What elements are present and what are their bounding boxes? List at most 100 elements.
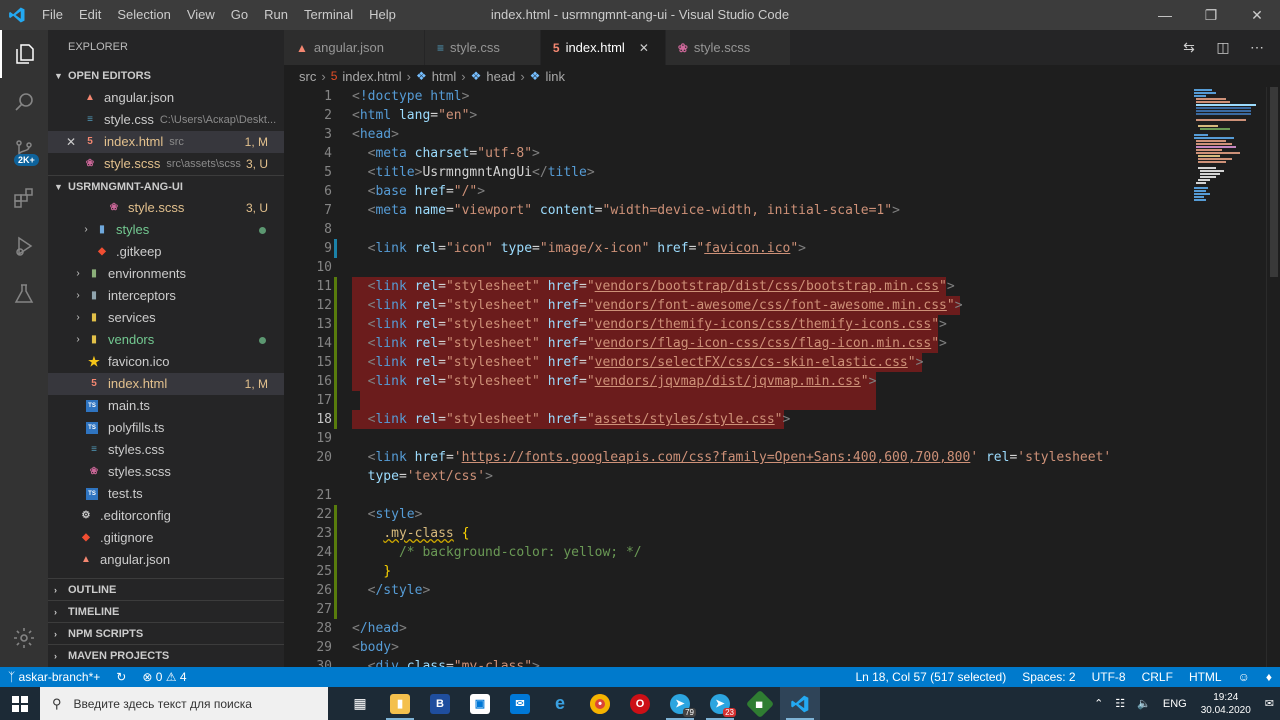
encoding[interactable]: UTF-8 [1084,667,1134,687]
breadcrumb-src[interactable]: src [299,69,316,84]
mail-icon[interactable]: ✉ [500,687,540,720]
tree-item-angular-json[interactable]: ▲ angular.json [48,549,284,571]
tree-item-index-html[interactable]: 5 index.html 1, M [48,373,284,395]
open-editor-style-css[interactable]: ≡ style.css C:\Users\Аскар\Deskt... [48,109,284,131]
maven-projects-section[interactable]: › MAVEN PROJECTS [48,644,284,666]
edge-icon[interactable]: e [540,687,580,720]
menu-terminal[interactable]: Terminal [296,0,361,30]
code-link[interactable]: favicon.ico [704,241,790,256]
menu-view[interactable]: View [179,0,223,30]
tab-angular-json[interactable]: ▲ angular.json [284,30,426,65]
menu-go[interactable]: Go [223,0,256,30]
tree-item-main-ts[interactable]: TS main.ts [48,395,284,417]
tab-style-css[interactable]: ≡ style.css [425,30,541,65]
open-editor-angular-json[interactable]: ▲ angular.json [48,87,284,109]
extensions-icon[interactable] [0,174,48,222]
telegram-icon[interactable]: ➤ 79 [660,687,700,720]
code-link[interactable]: https://fonts.googleapis.com/css?family=… [462,450,971,465]
tree-item-gitignore[interactable]: ◆ .gitignore [48,527,284,549]
vertical-scrollbar[interactable] [1266,87,1280,667]
clock[interactable]: 19:24 30.04.2020 [1193,691,1259,717]
windows-start-icon[interactable] [0,687,40,720]
tab-style-scss[interactable]: ❀ style.scss [665,30,792,65]
open-editors-header[interactable]: ▼ OPEN EDITORS [48,65,284,87]
menu-run[interactable]: Run [256,0,296,30]
close-window-button[interactable]: ✕ [1234,0,1280,30]
vscode-taskbar-icon[interactable] [780,687,820,720]
code-editor[interactable]: 1 2 3 4 5 6 7 8 9 10 11 12 13 14 15 16 17 18 19 20 21 22 23 24 2… [284,87,1280,667]
minimap[interactable] [1186,87,1266,667]
code-link[interactable]: vendors/font-awesome/css/font-awesome.mi… [595,298,947,313]
tree-item-editorconfig[interactable]: ⚙ .editorconfig [48,505,284,527]
breadcrumb-html[interactable]: html [432,69,457,84]
tree-item-gitkeep[interactable]: ◆ .gitkeep [48,241,284,263]
messenger-icon[interactable]: ➤ 23 [700,687,740,720]
code-link[interactable]: vendors/bootstrap/dist/css/bootstrap.min… [595,279,939,294]
problems-indicator[interactable]: ⊗ 0 ⚠ 4 [134,667,194,687]
chevron-up-icon[interactable]: ⌃ [1088,697,1109,710]
explorer-icon[interactable] [0,30,48,78]
notification-center-icon[interactable]: ✉ [1259,697,1280,710]
more-actions-icon[interactable]: ⋯ [1244,39,1270,56]
keyboard-language[interactable]: ENG [1157,698,1193,710]
tab-index-html[interactable]: 5 index.html ✕ [540,30,666,65]
tree-item-interceptors[interactable]: › ▮ interceptors [48,285,284,307]
open-editor-index-html[interactable]: ✕ 5 index.html src 1, M [48,131,284,153]
close-icon[interactable]: ✕ [66,131,82,153]
opera-icon[interactable]: O [620,687,660,720]
network-icon[interactable]: ☷ [1109,697,1131,710]
run-debug-icon[interactable] [0,222,48,270]
tree-item-environments[interactable]: › ▮ environments [48,263,284,285]
notifications-bell-icon[interactable]: ♦ [1258,667,1280,687]
breadcrumb-head[interactable]: head [486,69,515,84]
npm-scripts-section[interactable]: › NPM SCRIPTS [48,622,284,644]
code-link[interactable]: vendors/selectFX/css/cs-skin-elastic.css [595,355,908,370]
tree-item-favicon[interactable]: ★ favicon.ico [48,351,284,373]
tree-item-polyfills-ts[interactable]: TS polyfills.ts [48,417,284,439]
language-mode[interactable]: HTML [1181,667,1230,687]
minimize-button[interactable]: — [1142,0,1188,30]
breadcrumb-file[interactable]: index.html [342,69,401,84]
git-kraken-icon[interactable]: ◆ [740,687,780,720]
tree-item-styles-scss[interactable]: ❀ styles.scss [48,461,284,483]
compare-changes-icon[interactable]: ⇆ [1176,39,1202,56]
project-header[interactable]: ▼ USRMNGMNT-ANG-UI [48,175,284,197]
split-editor-icon[interactable]: ◫ [1210,39,1236,56]
branch-indicator[interactable]: ᛉ askar-branch*+ [0,667,108,687]
file-explorer-icon[interactable]: ▮ [380,687,420,720]
indentation[interactable]: Spaces: 2 [1014,667,1083,687]
tree-item-styles-css[interactable]: ≡ styles.css [48,439,284,461]
timeline-section[interactable]: › TIMELINE [48,600,284,622]
settings-gear-icon[interactable] [0,614,48,662]
store-icon[interactable]: ▣ [460,687,500,720]
sync-icon[interactable]: ↻ [108,667,134,687]
chrome-icon[interactable]: • [580,687,620,720]
menu-help[interactable]: Help [361,0,404,30]
code-link[interactable]: assets/styles/style.css [595,412,775,427]
volume-icon[interactable]: 🔈 [1131,697,1157,710]
search-icon[interactable] [0,78,48,126]
close-icon[interactable]: ✕ [639,41,653,55]
taskbar-search[interactable]: ⚲ Введите здесь текст для поиска [40,687,328,720]
line-ending[interactable]: CRLF [1134,667,1181,687]
cursor-position[interactable]: Ln 18, Col 57 (517 selected) [847,667,1014,687]
tree-item-test-ts[interactable]: TS test.ts [48,483,284,505]
task-view-icon[interactable]: ▦ [340,687,380,720]
feedback-icon[interactable]: ☺ [1230,667,1258,687]
code-link[interactable]: vendors/jqvmap/dist/jqvmap.min.css [595,374,861,389]
tree-item-style-scss[interactable]: ❀ style.scss 3, U [48,197,284,219]
scrollbar-thumb[interactable] [1270,87,1278,277]
menu-file[interactable]: File [34,0,71,30]
menu-edit[interactable]: Edit [71,0,109,30]
tree-item-services[interactable]: › ▮ services [48,307,284,329]
outline-section[interactable]: › OUTLINE [48,578,284,600]
code-link[interactable]: vendors/themify-icons/css/themify-icons.… [595,317,932,332]
tree-item-vendors[interactable]: › ▮ vendors [48,329,284,351]
tree-item-styles[interactable]: › ▮ styles [48,219,284,241]
breadcrumb-link[interactable]: link [545,69,565,84]
app-b-icon[interactable]: B [420,687,460,720]
code-link[interactable]: vendors/flag-icon-css/css/flag-icon.min.… [595,336,932,351]
menu-selection[interactable]: Selection [109,0,178,30]
testing-flask-icon[interactable] [0,270,48,318]
restore-button[interactable]: ❐ [1188,0,1234,30]
